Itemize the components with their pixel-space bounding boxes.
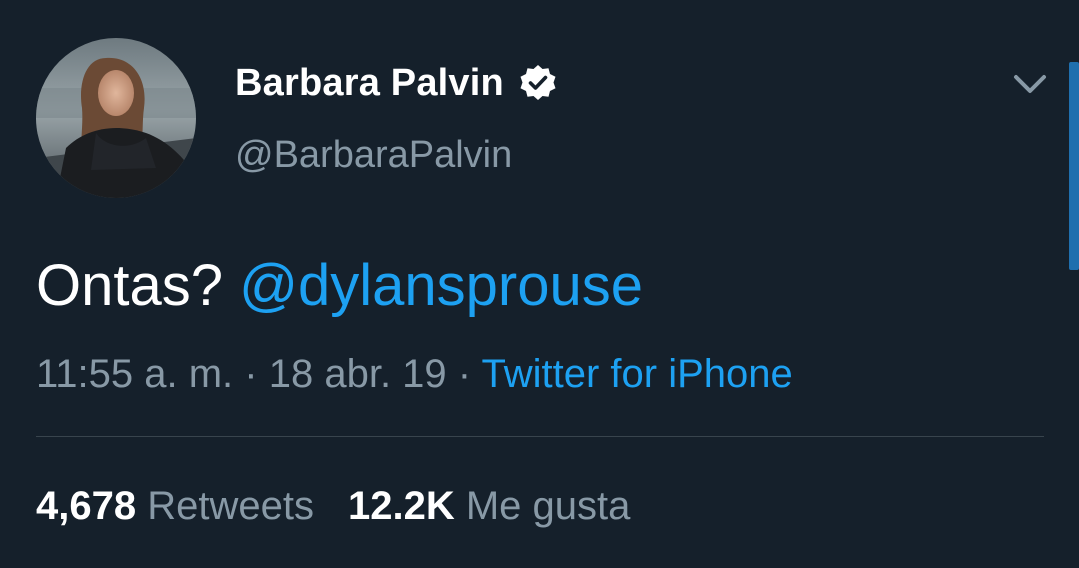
likes-stat[interactable]: 12.2K Me gusta xyxy=(348,484,630,528)
divider xyxy=(36,436,1044,437)
tweet-detail: Barbara Palvin @BarbaraPalvin Ontas? @dy… xyxy=(0,0,1079,568)
retweets-label: Retweets xyxy=(147,484,314,528)
tweet-source-link[interactable]: Twitter for iPhone xyxy=(482,352,793,396)
tweet-body: Ontas? xyxy=(36,253,223,318)
mention-link[interactable]: @dylansprouse xyxy=(239,253,643,318)
meta-separator: · xyxy=(244,352,258,396)
scroll-indicator[interactable] xyxy=(1069,62,1079,270)
avatar-photo xyxy=(36,38,196,198)
verified-badge-icon xyxy=(518,63,558,103)
user-name-row[interactable]: Barbara Palvin xyxy=(235,58,558,108)
meta-separator: · xyxy=(457,352,472,396)
tweet-stats: 4,678 Retweets 12.2K Me gusta xyxy=(36,478,630,534)
tweet-text: Ontas? @dylansprouse xyxy=(36,248,643,324)
display-name[interactable]: Barbara Palvin xyxy=(235,62,504,105)
retweets-stat[interactable]: 4,678 Retweets xyxy=(36,484,314,528)
chevron-down-icon[interactable] xyxy=(1010,64,1050,104)
tweet-date[interactable]: 18 abr. 19 xyxy=(269,352,447,396)
tweet-meta: 11:55 a. m. · 18 abr. 19 · Twitter for i… xyxy=(36,346,793,402)
user-handle[interactable]: @BarbaraPalvin xyxy=(235,134,512,177)
retweets-count: 4,678 xyxy=(36,484,137,528)
avatar[interactable] xyxy=(36,38,196,198)
likes-count: 12.2K xyxy=(347,484,455,528)
tweet-time[interactable]: 11:55 a. m. xyxy=(36,352,233,396)
likes-label: Me gusta xyxy=(465,484,631,528)
